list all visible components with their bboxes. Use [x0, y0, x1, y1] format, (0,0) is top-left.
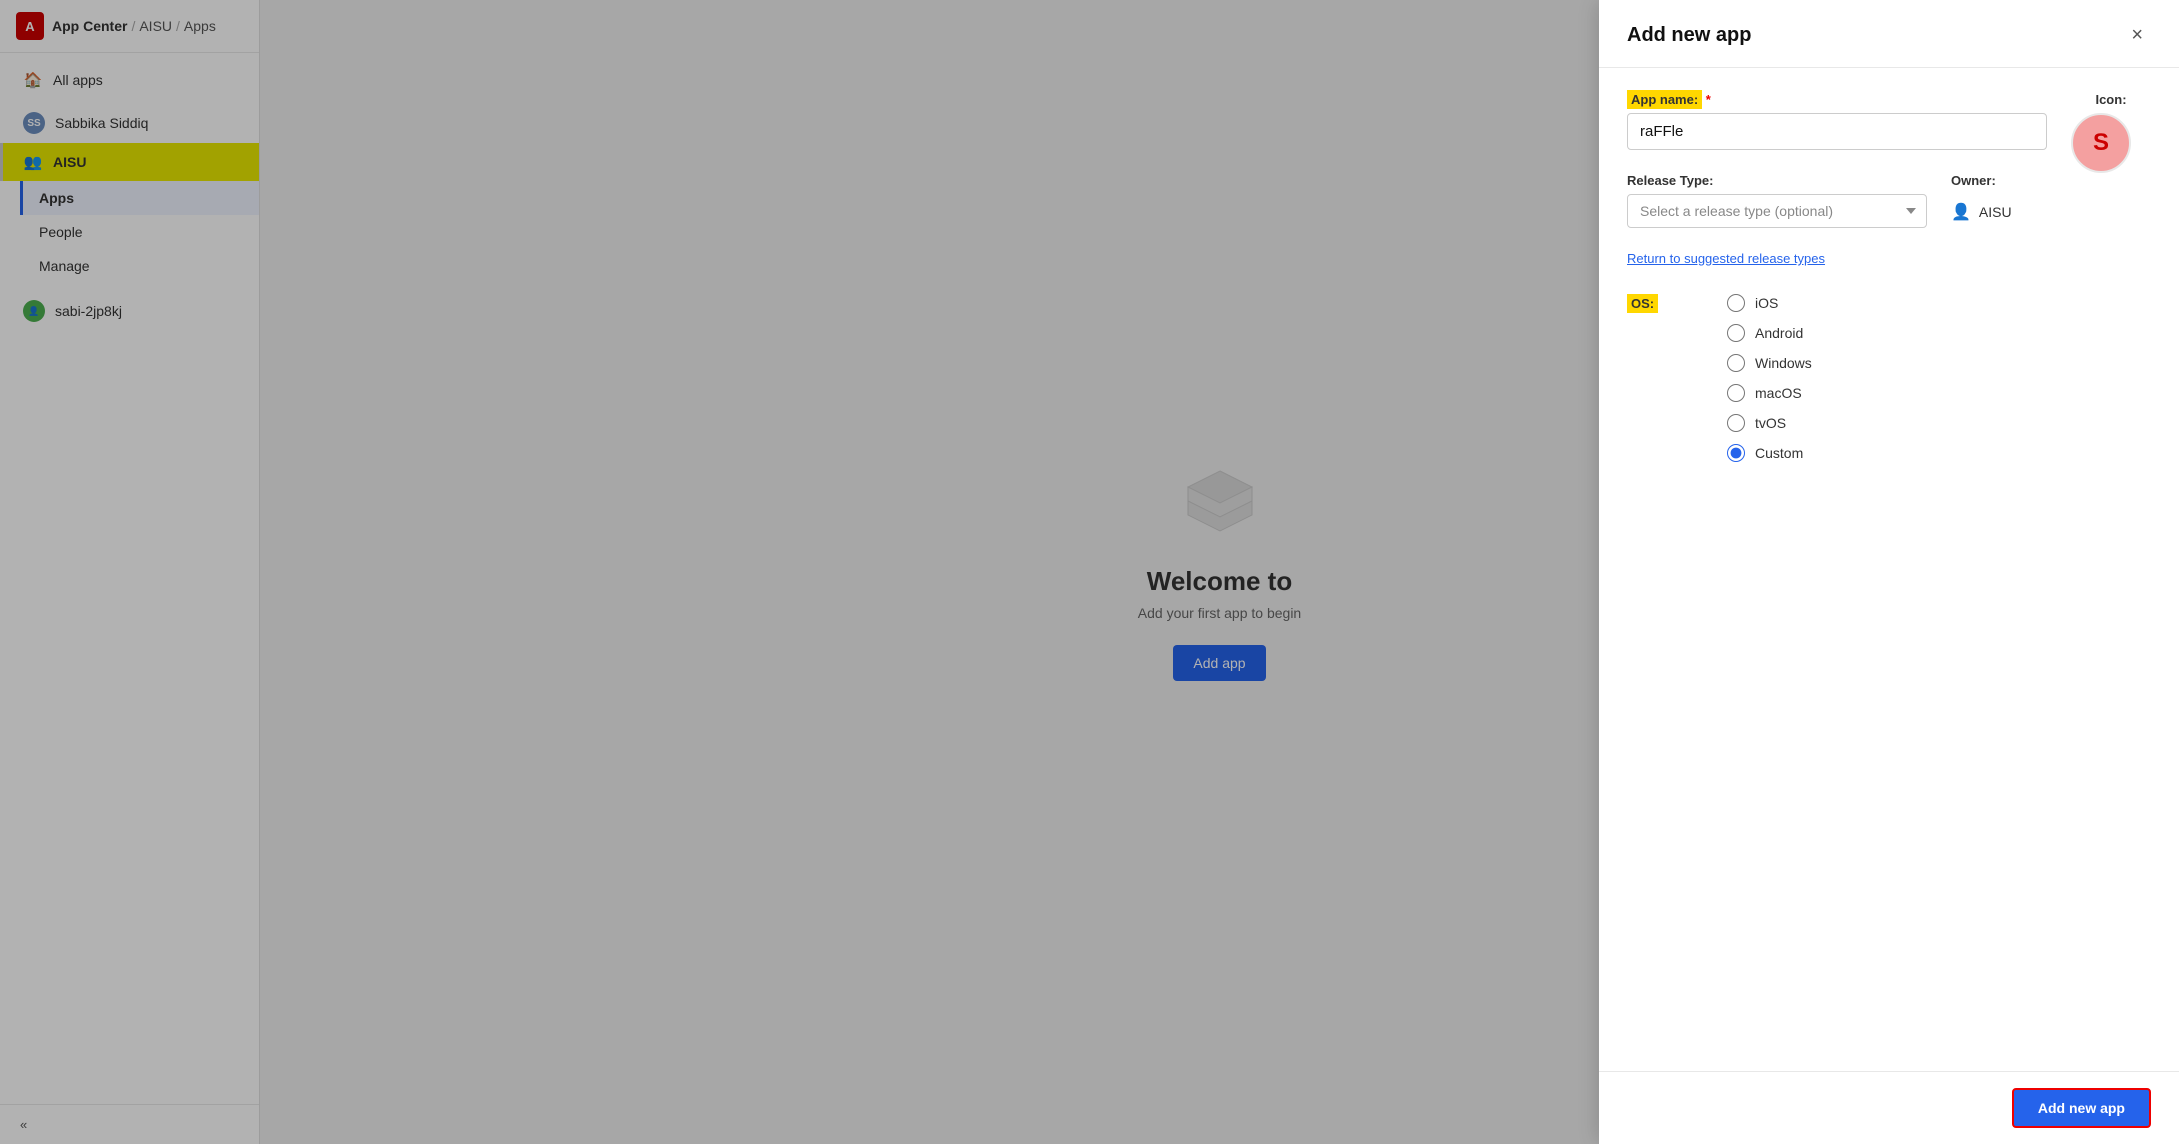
- release-type-group: Release Type: Select a release type (opt…: [1627, 173, 1927, 230]
- os-section: OS: iOS Android: [1627, 294, 2151, 462]
- app-name-label: App name: *: [1627, 92, 2047, 107]
- os-option-windows[interactable]: Windows: [1727, 354, 1812, 372]
- owner-person-icon: 👤: [1951, 202, 1971, 222]
- os-label: OS:: [1627, 294, 1707, 313]
- modal-title: Add new app: [1627, 24, 1751, 47]
- app-name-row: App name: * Icon: S: [1627, 92, 2151, 173]
- os-radio-custom[interactable]: [1727, 444, 1745, 462]
- release-type-select[interactable]: Select a release type (optional): [1627, 194, 1927, 228]
- os-option-macos[interactable]: macOS: [1727, 384, 1812, 402]
- modal-panel: Add new app × App name: * Icon: S: [1599, 0, 2179, 1144]
- modal-header: Add new app ×: [1599, 0, 2179, 68]
- os-radio-macos[interactable]: [1727, 384, 1745, 402]
- icon-preview[interactable]: S: [2071, 113, 2131, 173]
- owner-group: Owner: 👤 AISU: [1951, 173, 2151, 230]
- add-new-app-button[interactable]: Add new app: [2012, 1088, 2151, 1128]
- app-name-group: App name: *: [1627, 92, 2047, 150]
- release-type-label: Release Type:: [1627, 173, 1927, 188]
- os-radio-windows[interactable]: [1727, 354, 1745, 372]
- os-radio-tvos[interactable]: [1727, 414, 1745, 432]
- close-button[interactable]: ×: [2123, 20, 2151, 51]
- return-link[interactable]: Return to suggested release types: [1627, 251, 1825, 266]
- icon-group: Icon: S: [2071, 92, 2151, 173]
- owner-label: Owner:: [1951, 173, 2151, 188]
- os-radio-group: iOS Android Windows macOS: [1727, 294, 1812, 462]
- os-option-android[interactable]: Android: [1727, 324, 1812, 342]
- os-option-tvos[interactable]: tvOS: [1727, 414, 1812, 432]
- icon-label: Icon:: [2071, 92, 2151, 107]
- owner-display: 👤 AISU: [1951, 194, 2151, 230]
- os-radio-android[interactable]: [1727, 324, 1745, 342]
- modal-footer: Add new app: [1599, 1071, 2179, 1144]
- os-option-custom[interactable]: Custom: [1727, 444, 1812, 462]
- modal-body: App name: * Icon: S Release Type:: [1599, 68, 2179, 1071]
- os-radio-ios[interactable]: [1727, 294, 1745, 312]
- modal-overlay: Add new app × App name: * Icon: S: [0, 0, 2179, 1144]
- os-option-ios[interactable]: iOS: [1727, 294, 1812, 312]
- release-owner-row: Release Type: Select a release type (opt…: [1627, 173, 2151, 230]
- app-name-input[interactable]: [1627, 113, 2047, 150]
